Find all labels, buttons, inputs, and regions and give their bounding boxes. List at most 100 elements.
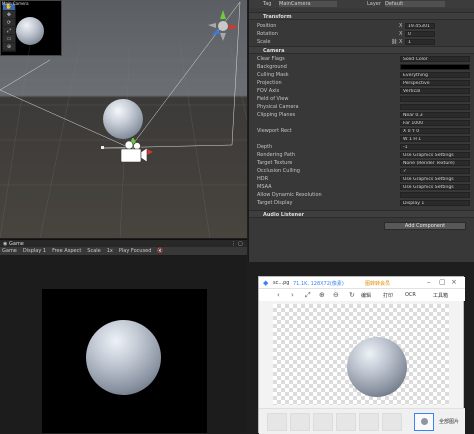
camera-prop-value[interactable]: None (Render Texture) xyxy=(400,160,470,166)
thumbnail-strip: 全部图片 xyxy=(259,408,465,434)
camera-prop-value[interactable]: ✓ xyxy=(400,168,470,174)
rotate-tool-icon[interactable]: ⟳ xyxy=(3,20,15,27)
camera-prop-row: HDR Use Graphics Settings xyxy=(249,175,474,183)
camera-prop-value[interactable] xyxy=(400,192,470,198)
layer-label: Layer xyxy=(367,1,381,7)
tag-dropdown[interactable]: MainCamera xyxy=(279,1,337,7)
camera-prop-value[interactable]: Perspective xyxy=(400,80,470,86)
move-tool-icon[interactable]: ✥ xyxy=(3,12,15,19)
camera-prop-value[interactable]: Display 1 xyxy=(400,200,470,206)
zoom-in-icon[interactable]: ⊕ xyxy=(319,291,325,299)
image-canvas[interactable] xyxy=(273,304,449,405)
image-viewer-window: ◆ sc...pg 71.1K, 128X72(像素) 图转转会员 – ▢ × … xyxy=(258,276,465,434)
tag-label: Tag xyxy=(263,1,272,7)
maximize-icon[interactable]: ▢ xyxy=(439,278,446,286)
game-toolbar: Game Display 1 Free Aspect Scale 1x Play… xyxy=(0,247,247,256)
camera-prop-value[interactable]: Use Graphics Settings xyxy=(400,176,470,182)
play-mode-dropdown[interactable]: Play Focused xyxy=(119,248,152,254)
game-sphere xyxy=(86,320,161,395)
camera-prop-value[interactable]: Near 0.3 xyxy=(400,112,470,118)
camera-prop-row: Background xyxy=(249,63,474,71)
camera-prop-value[interactable]: Far 1000 xyxy=(400,120,470,126)
preview-sphere xyxy=(347,337,407,397)
thumbnail-selected[interactable] xyxy=(414,413,434,431)
camera-prop-value[interactable]: Everything xyxy=(400,72,470,78)
display-dropdown[interactable]: Display 1 xyxy=(23,248,46,254)
thumbnail[interactable] xyxy=(359,413,379,431)
camera-prop-value[interactable] xyxy=(400,64,470,70)
scene-sphere[interactable] xyxy=(103,99,143,139)
camera-prop-row: Occlusion Culling ✓ xyxy=(249,167,474,175)
scale-value[interactable]: 1x xyxy=(107,248,113,254)
camera-header[interactable]: Camera xyxy=(249,46,474,54)
camera-prop-label: Viewport Rect xyxy=(257,128,292,134)
camera-prop-label: Physical Camera xyxy=(257,104,299,110)
camera-prop-value[interactable]: W 1 H 1 xyxy=(400,136,470,142)
aspect-dropdown[interactable]: Free Aspect xyxy=(52,248,81,254)
camera-prop-label: MSAA xyxy=(257,184,272,190)
thumbnail[interactable] xyxy=(313,413,333,431)
camera-prop-row: Rendering Path Use Graphics Settings xyxy=(249,151,474,159)
close-icon[interactable]: × xyxy=(451,278,457,286)
rotation-x-field[interactable]: 0 xyxy=(405,31,435,37)
link-scale-icon[interactable]: ⛓ xyxy=(391,39,397,45)
print-button[interactable]: 打印 xyxy=(383,292,393,299)
camera-prop-row: Field of View xyxy=(249,95,474,103)
scale-x-field[interactable]: 1 xyxy=(405,39,435,45)
camera-prop-value[interactable]: -1 xyxy=(400,144,470,150)
position-label: Position xyxy=(257,23,277,29)
thumbnail[interactable] xyxy=(290,413,310,431)
scale-tool-icon[interactable]: ⤢ xyxy=(3,28,15,35)
all-images-button[interactable]: 全部图片 xyxy=(439,418,459,425)
fit-icon[interactable]: ⤢ xyxy=(305,291,311,300)
camera-preview-label: Main Camera xyxy=(2,1,29,6)
scale-x-label: X xyxy=(399,39,403,45)
camera-prop-label: Background xyxy=(257,64,287,70)
scale-label: Scale xyxy=(87,248,101,254)
camera-prop-label: Allow Dynamic Resolution xyxy=(257,192,322,198)
next-icon[interactable]: › xyxy=(291,291,294,299)
camera-prop-value[interactable] xyxy=(400,104,470,110)
camera-prop-row: Clear Flags Solid Color xyxy=(249,55,474,63)
camera-prop-row: Culling Mask Everything xyxy=(249,71,474,79)
ocr-button[interactable]: OCR xyxy=(405,292,416,298)
thumbnail[interactable] xyxy=(336,413,356,431)
minimize-icon[interactable]: – xyxy=(427,278,431,286)
add-component-button[interactable]: Add Component xyxy=(384,222,466,230)
camera-prop-value[interactable]: Vertical xyxy=(400,88,470,94)
rect-tool-icon[interactable]: ▭ xyxy=(3,36,15,43)
camera-prop-row: Physical Camera xyxy=(249,103,474,111)
camera-prop-row: MSAA Use Graphics Settings xyxy=(249,183,474,191)
camera-prop-row: Allow Dynamic Resolution xyxy=(249,191,474,199)
camera-prop-value[interactable]: Use Graphics Settings xyxy=(400,152,470,158)
orientation-gizmo-icon[interactable] xyxy=(204,6,242,44)
viewer-ai-label[interactable]: 图转转会员 xyxy=(365,280,390,287)
camera-prop-value[interactable]: X 0 Y 0 xyxy=(400,128,470,134)
camera-gizmo-icon[interactable] xyxy=(113,138,153,168)
camera-prop-label: Projection xyxy=(257,80,282,86)
position-x-field[interactable]: 19.45301 xyxy=(405,23,435,29)
thumbnail[interactable] xyxy=(267,413,287,431)
layer-dropdown[interactable]: Default xyxy=(385,1,445,7)
transform-title: Transform xyxy=(263,14,292,20)
game-mode-dropdown[interactable]: Game xyxy=(2,248,17,254)
rotate-icon[interactable]: ↻ xyxy=(349,291,355,299)
prev-icon[interactable]: ‹ xyxy=(277,291,280,299)
transform-header[interactable]: Transform xyxy=(249,12,474,20)
camera-prop-value[interactable]: Solid Color xyxy=(400,56,470,62)
thumbnail[interactable] xyxy=(382,413,402,431)
camera-prop-value[interactable]: Use Graphics Settings xyxy=(400,184,470,190)
viewer-image-info: 71.1K, 128X72(像素) xyxy=(293,281,344,287)
camera-prop-label: Field of View xyxy=(257,96,289,102)
scene-view[interactable]: ✋ ✥ ⟳ ⤢ ▭ ⊕ Main Camera xyxy=(0,0,247,238)
toolbox-button[interactable]: 工具箱 xyxy=(433,292,448,299)
transform-tool-icon[interactable]: ⊕ xyxy=(3,44,15,51)
audio-listener-header[interactable]: Audio Listener xyxy=(249,210,474,218)
camera-prop-label: HDR xyxy=(257,176,269,182)
camera-preview-sphere xyxy=(16,17,44,45)
zoom-out-icon[interactable]: ⊖ xyxy=(333,291,339,299)
edit-button[interactable]: 编辑 xyxy=(361,292,371,299)
game-tab-bar: ◉ Game ⋮ ▢ xyxy=(0,239,247,247)
mute-icon[interactable]: 🔇 xyxy=(157,248,163,254)
camera-prop-value[interactable] xyxy=(400,96,470,102)
